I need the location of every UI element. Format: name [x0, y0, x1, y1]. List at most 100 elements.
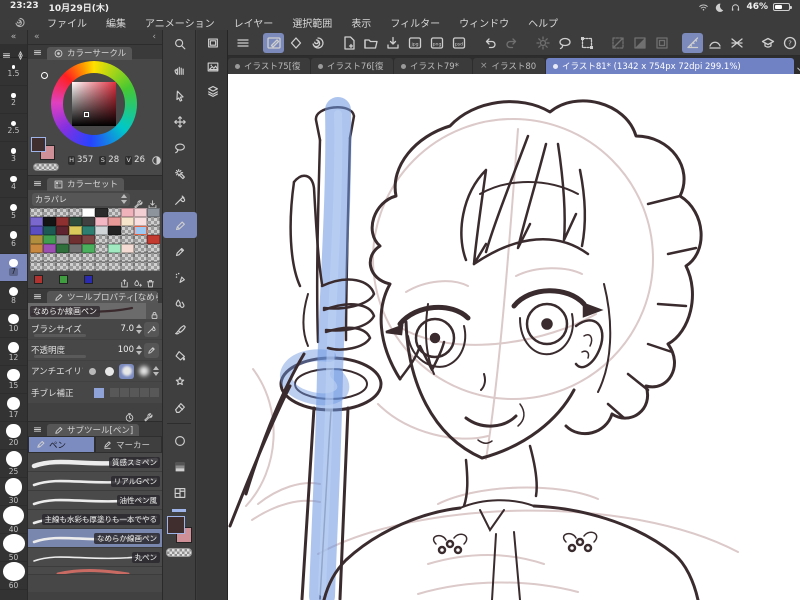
stabilize-segments[interactable] — [110, 388, 159, 397]
main-menu-button[interactable] — [232, 33, 253, 53]
brush-item-partial[interactable] — [28, 567, 162, 575]
palette-swatch[interactable] — [95, 208, 108, 217]
import-box-icon[interactable] — [147, 195, 158, 208]
antialias-none[interactable] — [85, 364, 100, 379]
trash-icon[interactable] — [145, 274, 156, 288]
brush-size-1.5[interactable]: 1.5 — [0, 58, 27, 86]
color-mode-icon[interactable] — [151, 155, 162, 166]
antialias-strong[interactable] — [136, 364, 151, 379]
airbrush-tool[interactable] — [163, 264, 197, 290]
brush-size-2.5[interactable]: 2.5 — [0, 114, 27, 142]
canvas-tab[interactable]: × イラスト80 — [473, 58, 545, 74]
palette-swatch[interactable] — [108, 208, 121, 217]
opacity-value[interactable]: 100 — [112, 345, 134, 355]
brush-item-油性ペン風[interactable]: 油性ペン風 — [28, 491, 162, 510]
color-mode-toggle-icon[interactable] — [151, 155, 162, 166]
brush-size-60[interactable]: 60 — [0, 562, 27, 590]
invert-select-button[interactable] — [629, 33, 650, 53]
palette-swatch[interactable] — [69, 217, 82, 226]
undo-button[interactable] — [479, 33, 500, 53]
snap-curve-button[interactable] — [704, 33, 725, 53]
brush-item-なめらか線画ペン[interactable]: なめらか線画ペン — [28, 529, 162, 548]
palette-swatch[interactable] — [30, 244, 43, 253]
import-box-icon[interactable] — [108, 595, 119, 600]
palette-swatch[interactable] — [43, 235, 56, 244]
tab-tool-property[interactable]: ツールプロパティ[なめらか — [47, 290, 158, 304]
palette-select[interactable]: カラパレ — [32, 192, 130, 206]
stabilize-chip[interactable] — [94, 387, 104, 398]
timer-icon[interactable] — [124, 408, 135, 422]
menu-レイヤー[interactable]: レイヤー — [234, 15, 274, 30]
palette-swatch[interactable] — [56, 208, 69, 217]
menu-表示[interactable]: 表示 — [351, 15, 371, 30]
palette-swatch[interactable] — [95, 217, 108, 226]
collapse-panels-button[interactable]: « — [34, 32, 40, 42]
palette-swatch[interactable] — [134, 208, 147, 217]
deselect-button[interactable] — [607, 33, 628, 53]
palette-swatch[interactable] — [134, 244, 147, 253]
transform-button[interactable] — [576, 33, 597, 53]
palette-swatch[interactable] — [134, 235, 147, 244]
palette-swatch[interactable] — [30, 262, 43, 271]
color-wheel[interactable] — [28, 59, 162, 147]
eraser-tool[interactable] — [163, 394, 197, 420]
panel-menu-icon[interactable] — [32, 424, 43, 435]
palette-swatch[interactable] — [147, 244, 160, 253]
brush-size-value[interactable]: 7.0 — [112, 324, 134, 334]
palette-swatch[interactable] — [56, 235, 69, 244]
export-save-button[interactable] — [382, 33, 403, 53]
palette-swatch[interactable] — [134, 262, 147, 271]
brush-size-15[interactable]: 15 — [0, 366, 27, 394]
palette-swatch[interactable] — [108, 262, 121, 271]
hue-marker[interactable] — [41, 72, 48, 79]
select-diamond-button[interactable] — [285, 33, 306, 53]
brush-size-10[interactable]: 10 — [0, 310, 27, 338]
frame-border-tool[interactable] — [163, 479, 197, 505]
palette-swatch[interactable] — [56, 217, 69, 226]
palette-swatch[interactable] — [108, 217, 121, 226]
palette-swatch[interactable] — [134, 217, 147, 226]
palette-swatch[interactable] — [69, 253, 82, 262]
canvas-tab[interactable]: イラスト76[復 — [311, 58, 393, 74]
operation-tool[interactable] — [163, 82, 197, 108]
subtool-tab-マーカー[interactable]: マーカー — [95, 436, 162, 453]
palette-swatch[interactable] — [108, 226, 121, 235]
pan-hand-tool[interactable] — [163, 56, 197, 82]
tab-color-circle[interactable]: カラーサークル — [47, 46, 133, 60]
palette-swatch[interactable] — [82, 262, 95, 271]
wrench-icon[interactable] — [143, 408, 154, 421]
timer-icon[interactable] — [124, 403, 135, 422]
antialias-stepper[interactable] — [153, 365, 159, 377]
panel-menu-icon[interactable] — [32, 47, 43, 58]
palette-swatch[interactable] — [56, 253, 69, 262]
opacity-stepper[interactable] — [136, 344, 142, 356]
palette-swatch[interactable] — [30, 235, 43, 244]
tab-color-set[interactable]: カラーセット — [47, 177, 125, 191]
palette-swatch[interactable] — [43, 253, 56, 262]
chevron-down-icon[interactable] — [795, 60, 800, 72]
wrench-icon[interactable] — [133, 195, 144, 208]
help-button[interactable]: ? — [779, 33, 800, 53]
panel-menu-icon[interactable] — [32, 424, 43, 435]
palette-swatch[interactable] — [69, 226, 82, 235]
snap-ruler-button[interactable] — [682, 32, 703, 53]
palette-swatch[interactable] — [121, 262, 134, 271]
canvas-panel-button[interactable] — [197, 30, 228, 54]
palette-swatch[interactable] — [95, 235, 108, 244]
palette-swatch[interactable] — [134, 253, 147, 262]
palette-swatch[interactable] — [82, 253, 95, 262]
palette-swatch[interactable] — [69, 208, 82, 217]
lasso-select-tool[interactable] — [163, 134, 197, 160]
brush-size-stepper[interactable] — [136, 323, 142, 335]
brush-size-40[interactable]: 40 — [0, 506, 27, 534]
brush-item-リアルGペン[interactable]: リアルGペン — [28, 472, 162, 491]
reference-panel-button[interactable] — [197, 54, 228, 78]
edit-canvas-button[interactable] — [263, 32, 284, 53]
quick-color-swatch[interactable] — [34, 275, 43, 284]
brush-tool[interactable] — [163, 316, 197, 342]
palette-stepper[interactable] — [121, 193, 127, 205]
menu-ヘルプ[interactable]: ヘルプ — [528, 15, 558, 30]
duplicate-icon[interactable] — [126, 595, 137, 600]
brush-size-8[interactable]: 8 — [0, 282, 27, 310]
palette-swatch[interactable] — [43, 262, 56, 271]
